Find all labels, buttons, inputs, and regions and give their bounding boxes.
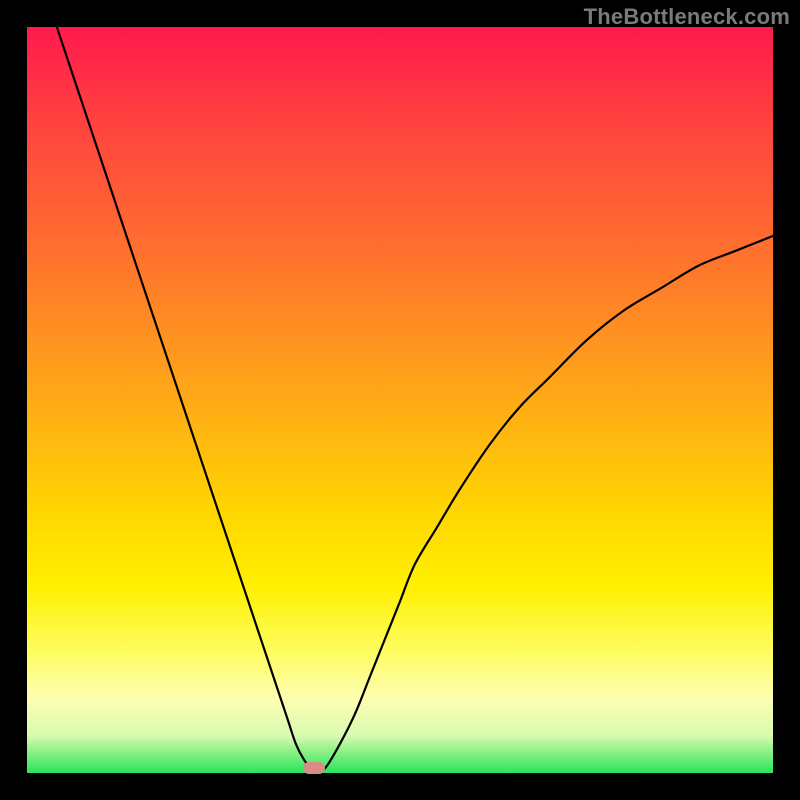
optimal-point-marker [303,762,325,774]
plot-area [27,27,773,773]
watermark-text: TheBottleneck.com [584,4,790,30]
bottleneck-curve [27,27,773,773]
chart-frame: TheBottleneck.com [0,0,800,800]
